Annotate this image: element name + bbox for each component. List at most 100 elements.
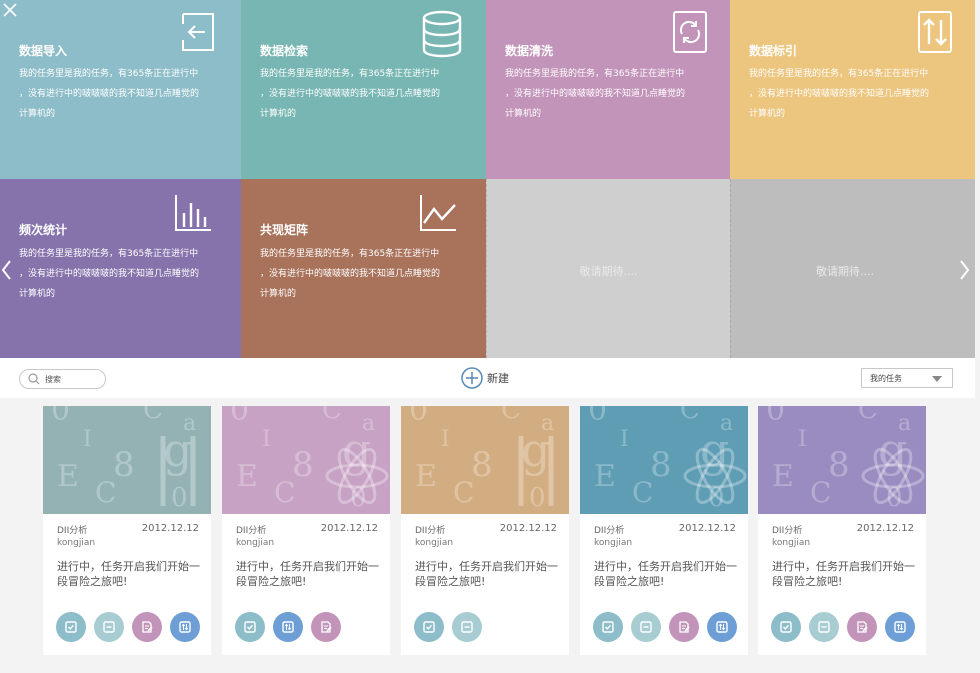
chevron-right-icon[interactable] [959,258,971,282]
minus-icon [461,621,473,633]
minus-action-button[interactable] [94,612,124,642]
tile-title: 数据检索 [260,44,309,58]
minus-action-button[interactable] [452,612,482,642]
svg-text:C: C [858,406,878,425]
tile-data-search[interactable]: 数据检索 我的任务里是我的任务，有365条正在进行中 ，没有进行中的啵啵啵的我不… [241,0,486,179]
task-card[interactable]: 0IC8EgaC0 DII分析 2012.12.12 kongjian 进行中，… [580,406,748,655]
edit-icon [321,621,332,633]
svg-text:0: 0 [230,406,249,428]
svg-text:C: C [632,476,653,509]
card-date: 2012.12.12 [678,523,736,534]
sort-icon [179,621,191,633]
task-card[interactable]: 0IC8EgaC0 DII分析 2012.12.12 kongjian 进行中，… [222,406,390,655]
card-meta: DII分析 2012.12.12 [236,523,378,536]
edit-action-button[interactable] [132,612,162,642]
minus-action-button[interactable] [631,612,661,642]
tile-title: 共现矩阵 [260,223,309,237]
svg-text:a: a [541,411,554,436]
sort-action-button[interactable] [273,612,303,642]
sort-action-button[interactable] [885,612,915,642]
card-type: DII分析 [594,526,625,536]
svg-text:E: E [772,459,794,494]
module-tiles: 数据导入 我的任务里是我的任务，有365条正在进行中 ，没有进行中的啵啵啵的我不… [0,0,980,358]
tile-data-indexing[interactable]: 数据标引 我的任务里是我的任务，有365条正在进行中 ，没有进行中的啵啵啵的我不… [730,0,975,179]
refresh-icon [673,11,707,53]
svg-text:I: I [798,427,807,452]
tile-description: 我的任务里是我的任务，有365条正在进行中 ，没有进行中的啵啵啵的我不知道几点睡… [749,69,930,119]
card-actions [235,612,341,642]
card-status-text: 进行中，任务开启我们开始一段冒险之旅吧! [415,560,558,588]
svg-text:C: C [322,406,342,425]
tile-description: 我的任务里是我的任务，有365条正在进行中 ，没有进行中的啵啵啵的我不知道几点睡… [260,69,441,119]
check-action-button[interactable] [414,612,444,642]
svg-text:a: a [362,411,375,436]
svg-text:I: I [441,427,450,452]
svg-text:C: C [274,476,295,509]
check-action-button[interactable] [235,612,265,642]
task-card[interactable]: 0IC8EgaC0 DII分析 2012.12.12 kongjian 进行中，… [758,406,926,655]
svg-text:C: C [453,476,474,509]
chevron-left-icon[interactable] [0,258,12,282]
check-icon [65,621,77,633]
tile-cooccurrence-matrix[interactable]: 共现矩阵 我的任务里是我的任务，有365条正在进行中 ，没有进行中的啵啵啵的我不… [241,179,486,358]
sort-icon [716,621,728,633]
search-input[interactable] [45,372,101,386]
svg-text:E: E [57,459,79,494]
card-owner: kongjian [415,538,454,548]
sort-action-button[interactable] [170,612,200,642]
tile-coming-soon: 敬请期待.... [730,179,959,358]
card-thumbnail[interactable]: 0IC8EgaC0 [222,406,390,514]
search-box[interactable] [19,369,106,389]
card-type: DII分析 [57,526,88,536]
card-meta: DII分析 2012.12.12 [594,523,736,536]
card-thumbnail[interactable]: 0IC8EgaC0 [580,406,748,514]
edit-action-button[interactable] [847,612,877,642]
edit-icon [857,621,868,633]
edit-icon [142,621,153,633]
close-icon[interactable] [3,3,17,17]
task-card[interactable]: 0IC8EgaC0 DII分析 2012.12.12 kongjian 进行中，… [43,406,211,655]
card-owner: kongjian [57,538,96,548]
card-owner: kongjian [594,538,633,548]
bar-chart-icon [175,195,211,231]
edit-action-button[interactable] [669,612,699,642]
edit-icon [679,621,690,633]
new-task-label: 新建 [487,372,509,385]
tile-data-import[interactable]: 数据导入 我的任务里是我的任务，有365条正在进行中 ，没有进行中的啵啵啵的我不… [0,0,241,179]
card-date: 2012.12.12 [320,523,378,534]
svg-text:0: 0 [529,483,546,513]
minus-action-button[interactable] [809,612,839,642]
card-thumbnail[interactable]: 0IC8EgaC0 [43,406,211,514]
svg-text:E: E [415,459,437,494]
task-card[interactable]: 0IC8EgaC0 DII分析 2012.12.12 kongjian 进行中，… [401,406,569,655]
card-status-text: 进行中，任务开启我们开始一段冒险之旅吧! [57,560,200,588]
tile-data-cleaning[interactable]: 数据清洗 我的任务里是我的任务，有365条正在进行中 ，没有进行中的啵啵啵的我不… [486,0,730,179]
card-status-text: 进行中，任务开启我们开始一段冒险之旅吧! [236,560,379,588]
card-meta: DII分析 2012.12.12 [57,523,199,536]
plus-circle-icon [461,367,483,389]
check-icon [244,621,256,633]
svg-text:0: 0 [409,406,428,428]
svg-text:a: a [898,411,911,436]
sort-action-button[interactable] [707,612,737,642]
card-meta: DII分析 2012.12.12 [415,523,557,536]
svg-text:I: I [620,427,629,452]
card-status-text: 进行中，任务开启我们开始一段冒险之旅吧! [772,560,915,588]
card-thumbnail[interactable]: 0IC8EgaC0 [758,406,926,514]
check-action-button[interactable] [56,612,86,642]
task-filter-select[interactable]: 我的任务 [861,368,953,388]
line-chart-icon [420,195,456,231]
card-actions [593,612,737,642]
check-icon [602,621,614,633]
check-action-button[interactable] [593,612,623,642]
svg-text:E: E [236,459,258,494]
tile-frequency-stats[interactable]: 频次统计 我的任务里是我的任务，有365条正在进行中 ，没有进行中的啵啵啵的我不… [0,179,241,358]
new-task-button[interactable]: 新建 [461,367,509,389]
check-action-button[interactable] [771,612,801,642]
card-thumbnail[interactable]: 0IC8EgaC0 [401,406,569,514]
card-date: 2012.12.12 [499,523,557,534]
svg-text:I: I [83,427,92,452]
edit-action-button[interactable] [311,612,341,642]
tile-description: 我的任务里是我的任务，有365条正在进行中 ，没有进行中的啵啵啵的我不知道几点睡… [260,249,441,299]
minus-icon [640,621,652,633]
